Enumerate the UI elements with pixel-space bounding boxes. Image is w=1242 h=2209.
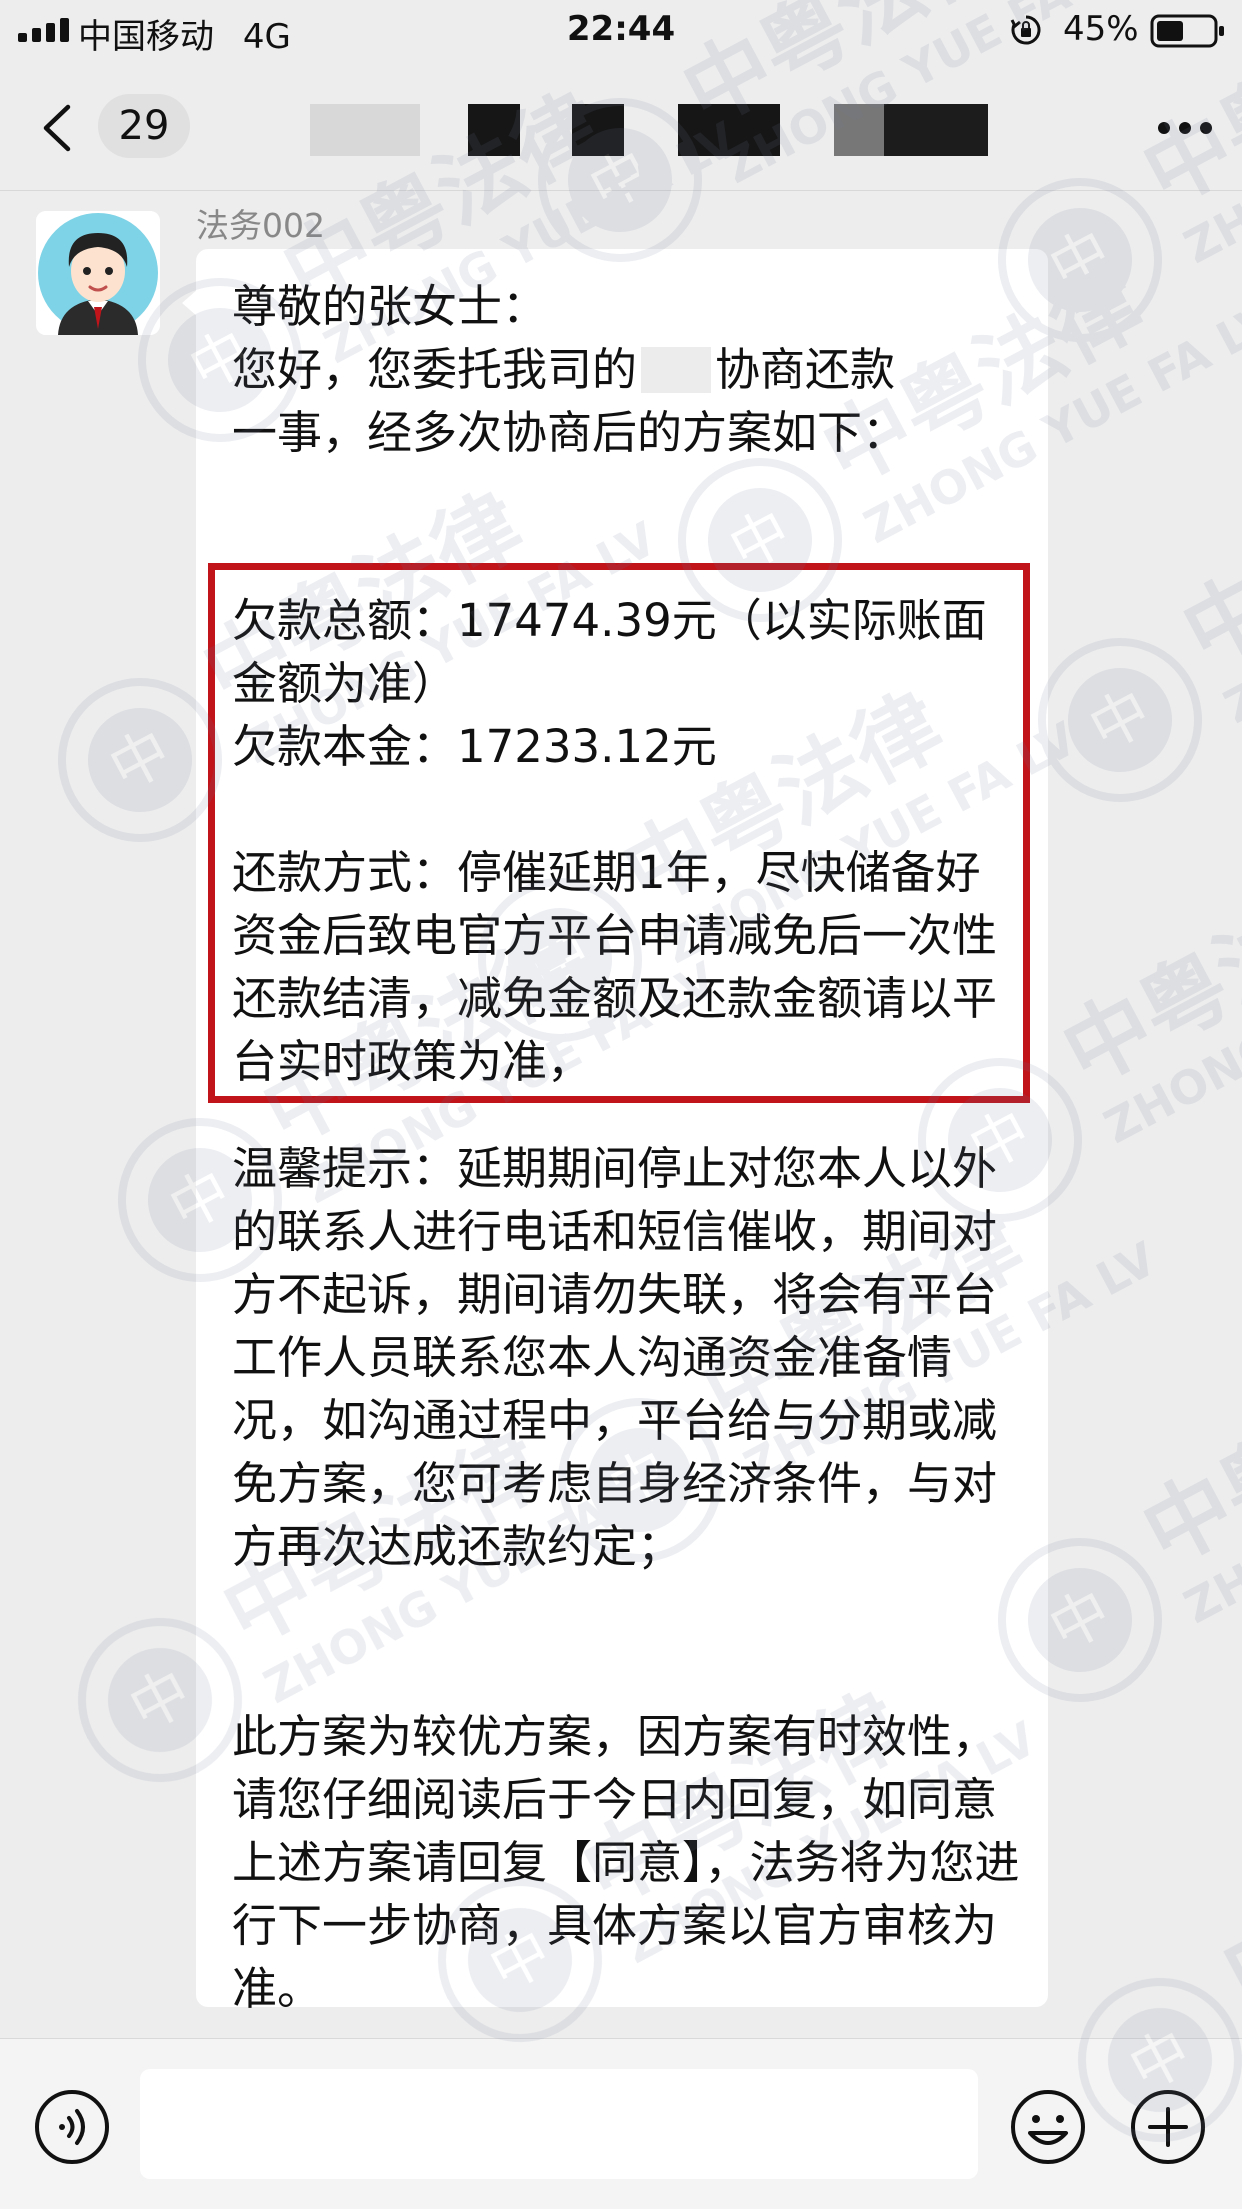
battery-icon (1150, 14, 1224, 48)
message-closing: 此方案为较优方案，因方案有时效性，请您仔细阅读后于今日内回复，如同意上述方案请回… (232, 1710, 1020, 2015)
chat-header: 29 (0, 60, 1242, 191)
chat-title-masked (834, 104, 884, 156)
chat-area[interactable]: 法务002 尊敬的张女士： 您好，您委托我司的 协商还款 一事，经多次协商后的方案… (0, 191, 1242, 2038)
unread-count-badge[interactable]: 29 (98, 94, 190, 158)
message-intro-line: 您好，您委托我司的 协商还款 (232, 338, 1022, 401)
input-bar (0, 2038, 1242, 2209)
more-icon[interactable] (1150, 108, 1220, 148)
message-tip: 温馨提示：延期期间停止对您本人以外的联系人进行电话和短信催收，期间对方不起诉，期… (232, 1142, 998, 1573)
chat-title-masked (678, 104, 780, 156)
chat-title-masked (884, 104, 988, 156)
plus-icon[interactable] (1128, 2087, 1208, 2167)
message-intro-line: 一事，经多次协商后的方案如下： (232, 406, 908, 459)
message-intro-part: 协商还款 (715, 343, 896, 396)
message-principal: 欠款本金：17233.12元 (232, 720, 717, 773)
message-intro-part: 您好，您委托我司的 (232, 343, 638, 396)
status-time: 22:44 (566, 9, 676, 49)
avatar-icon (36, 211, 160, 335)
sender-name: 法务002 (196, 206, 325, 245)
voice-icon[interactable] (32, 2087, 112, 2167)
battery-percent: 45% (1063, 9, 1139, 49)
redacted-text-patch (641, 347, 712, 393)
emoji-icon[interactable] (1008, 2087, 1088, 2167)
message-greeting: 尊敬的张女士： (232, 280, 548, 333)
message-input[interactable] (140, 2069, 978, 2179)
back-chevron-icon (43, 104, 71, 152)
sender-avatar[interactable] (36, 211, 160, 335)
rotation-lock-icon (1010, 15, 1041, 45)
status-bar: 中国移动 4G 22:44 45% (0, 0, 1242, 60)
message-bubble[interactable]: 尊敬的张女士： 您好，您委托我司的 协商还款 一事，经多次协商后的方案如下： 欠款… (196, 249, 1048, 2015)
chat-title-masked (468, 104, 520, 156)
message-repayment-method: 还款方式：停催延期1年，尽快储备好资金后致电官方平台申请减免后一次性还款结清，减… (232, 846, 998, 1088)
chat-title-masked (572, 104, 624, 156)
message-total-debt: 欠款总额：17474.39元（以实际账面金额为准） (232, 594, 987, 710)
chat-title-masked (310, 104, 420, 156)
